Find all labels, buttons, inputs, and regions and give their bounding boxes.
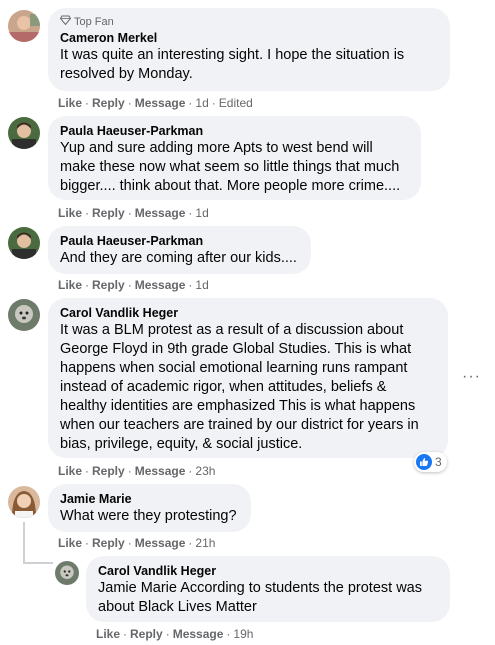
like-button[interactable]: Like <box>58 278 82 292</box>
message-button[interactable]: Message <box>135 536 186 550</box>
comment-text: It was quite an interesting sight. I hop… <box>60 47 405 82</box>
timestamp[interactable]: 1d <box>195 206 208 220</box>
reply-button[interactable]: Reply <box>92 206 125 220</box>
comment-author[interactable]: Jamie Marie <box>60 491 239 507</box>
message-button[interactable]: Message <box>173 627 224 641</box>
avatar[interactable] <box>8 299 40 331</box>
avatar[interactable] <box>8 227 40 259</box>
comment-text: And they are coming after our kids.... <box>60 250 297 266</box>
reply-button[interactable]: Reply <box>92 96 125 110</box>
comment-text: It was a BLM protest as a result of a di… <box>60 322 419 452</box>
avatar[interactable] <box>55 561 79 585</box>
comment-actions: Like · Reply · Message · 21h <box>58 536 216 550</box>
comment-bubble: Jamie Marie What were they protesting? <box>48 484 251 532</box>
reaction-count: 3 <box>435 455 442 469</box>
comment-author[interactable]: Paula Haeuser-Parkman <box>60 233 299 249</box>
comment-bubble: Carol Vandlik Heger It was a BLM protest… <box>48 298 448 458</box>
avatar[interactable] <box>8 10 40 42</box>
comment-bubble: Top Fan Cameron Merkel It was quite an i… <box>48 8 450 91</box>
like-button[interactable]: Like <box>96 627 120 641</box>
top-fan-badge: Top Fan <box>59 15 438 29</box>
comment-text: What were they protesting? <box>60 508 237 524</box>
avatar[interactable] <box>8 486 40 518</box>
comment-actions: Like · Reply · Message · 19h <box>96 627 254 641</box>
comment-text: Jamie Marie According to students the pr… <box>98 580 422 615</box>
comment-bubble: Carol Vandlik Heger Jamie Marie Accordin… <box>86 556 450 622</box>
message-button[interactable]: Message <box>135 278 186 292</box>
thread-line <box>23 562 53 564</box>
reaction-badge[interactable]: 3 <box>414 452 447 472</box>
comment-author[interactable]: Cameron Merkel <box>60 30 438 46</box>
comment-text: Yup and sure adding more Apts to west be… <box>60 140 401 194</box>
more-options-icon[interactable]: ··· <box>462 368 481 386</box>
diamond-icon <box>59 15 72 29</box>
thread-line <box>23 522 25 564</box>
like-button[interactable]: Like <box>58 206 82 220</box>
timestamp[interactable]: 19h <box>233 627 253 641</box>
like-button[interactable]: Like <box>58 536 82 550</box>
like-button[interactable]: Like <box>58 96 82 110</box>
comment-actions: Like · Reply · Message · 1d · Edited <box>58 96 253 110</box>
comment-actions: Like · Reply · Message · 23h <box>58 464 216 478</box>
avatar[interactable] <box>8 117 40 149</box>
edited-label: Edited <box>218 96 253 110</box>
like-button[interactable]: Like <box>58 464 82 478</box>
reply-button[interactable]: Reply <box>92 536 125 550</box>
comment-bubble: Paula Haeuser-Parkman And they are comin… <box>48 226 311 274</box>
reply-button[interactable]: Reply <box>92 464 125 478</box>
top-fan-label: Top Fan <box>74 16 114 28</box>
comment-actions: Like · Reply · Message · 1d <box>58 278 209 292</box>
message-button[interactable]: Message <box>135 96 186 110</box>
timestamp[interactable]: 21h <box>195 536 215 550</box>
timestamp[interactable]: 1d <box>195 278 208 292</box>
comment-bubble: Paula Haeuser-Parkman Yup and sure addin… <box>48 116 421 200</box>
reply-button[interactable]: Reply <box>130 627 163 641</box>
timestamp[interactable]: 1d <box>195 96 208 110</box>
message-button[interactable]: Message <box>135 464 186 478</box>
comment-author[interactable]: Paula Haeuser-Parkman <box>60 123 409 139</box>
timestamp[interactable]: 23h <box>195 464 215 478</box>
message-button[interactable]: Message <box>135 206 186 220</box>
reply-button[interactable]: Reply <box>92 278 125 292</box>
thumbs-up-icon <box>416 454 432 470</box>
comment-actions: Like · Reply · Message · 1d <box>58 206 209 220</box>
comment-author[interactable]: Carol Vandlik Heger <box>60 305 436 321</box>
comment-author[interactable]: Carol Vandlik Heger <box>98 563 438 579</box>
